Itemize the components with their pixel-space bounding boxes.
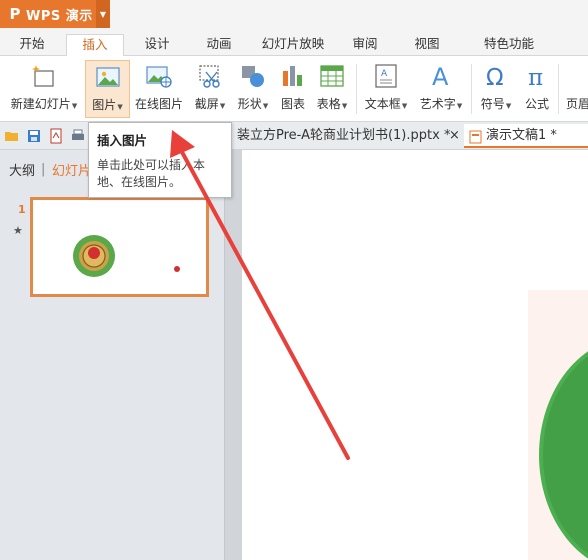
tab-review[interactable]: 审阅 xyxy=(344,34,386,56)
title-bar: P WPS 演示 ▼ xyxy=(0,0,588,30)
new-slide-icon xyxy=(31,63,57,89)
pi-formula-icon: π xyxy=(524,63,550,91)
header-footer-button[interactable]: 页眉 xyxy=(562,60,588,118)
slides-pane: 大纲 | 幻灯片 1 ★ xyxy=(0,150,224,560)
print-icon[interactable] xyxy=(70,128,88,144)
screenshot-label: 截屏 xyxy=(194,97,219,111)
screenshot-icon xyxy=(197,63,223,89)
doc-tab-business-plan[interactable]: 装立方Pre-A轮商业计划书(1).pptx * xyxy=(237,124,450,148)
tab-outline[interactable]: 大纲 xyxy=(9,160,35,179)
tab-special[interactable]: 特色功能 xyxy=(466,34,552,56)
insert-picture-tooltip: 插入图片 单击此处可以插入本地、在线图片。 xyxy=(88,122,232,198)
picture-icon xyxy=(95,64,121,90)
ribbon-divider xyxy=(471,64,472,114)
svg-text:A: A xyxy=(432,63,449,89)
save-icon[interactable] xyxy=(26,128,42,144)
app-menu-button[interactable]: P WPS 演示 ▼ xyxy=(0,0,110,28)
table-icon xyxy=(319,63,345,89)
svg-text:Ω: Ω xyxy=(486,65,504,89)
chevron-down-icon: ▼ xyxy=(401,102,408,110)
open-folder-icon[interactable] xyxy=(4,128,20,144)
doc-tab-label: 演示文稿1 * xyxy=(486,128,557,143)
chart-icon xyxy=(280,63,306,89)
doc-tab-presentation1[interactable]: 演示文稿1 * xyxy=(464,124,588,148)
tab-view[interactable]: 视图 xyxy=(406,34,448,56)
header-icon xyxy=(562,63,588,89)
shapes-icon xyxy=(240,63,266,89)
symbol-button[interactable]: Ω 符号▼ xyxy=(475,60,517,118)
app-menu-dropdown-icon[interactable]: ▼ xyxy=(96,0,110,28)
formula-label: 公式 xyxy=(524,97,549,111)
tooltip-title: 插入图片 xyxy=(97,133,148,148)
svg-text:A: A xyxy=(381,69,388,79)
tab-slides[interactable]: 幻灯片 xyxy=(52,160,90,179)
menu-tabs: 开始 插入 设计 动画 幻灯片放映 审阅 视图 特色功能 xyxy=(0,30,588,56)
ribbon-insert: 新建幻灯片▼ 图片▼ 在线图片 截屏▼ 形状▼ 图表 表格▼ A 文本框▼ A … xyxy=(0,56,588,122)
ribbon-divider xyxy=(356,64,357,114)
tab-slideshow[interactable]: 幻灯片放映 xyxy=(255,34,331,56)
slide-canvas[interactable] xyxy=(242,150,588,560)
slide-shape-edge xyxy=(528,290,588,560)
chevron-down-icon: ▼ xyxy=(262,102,269,110)
wordart-icon: A xyxy=(428,63,454,91)
document-icon xyxy=(469,129,482,144)
tab-start[interactable]: 开始 xyxy=(8,34,56,56)
app-name: WPS 演示 xyxy=(26,8,93,24)
table-label: 表格 xyxy=(316,97,341,111)
online-picture-label: 在线图片 xyxy=(134,97,183,111)
chevron-down-icon: ▼ xyxy=(341,102,348,110)
wps-logo-icon: P xyxy=(9,5,21,23)
slide-number: 1 xyxy=(18,203,26,216)
insert-picture-button[interactable]: 图片▼ xyxy=(85,60,130,118)
slide-thumbnail[interactable] xyxy=(30,197,209,297)
tab-animation[interactable]: 动画 xyxy=(196,34,242,56)
chevron-down-icon: ▼ xyxy=(505,102,512,110)
tab-design[interactable]: 设计 xyxy=(134,34,180,56)
shapes-label: 形状 xyxy=(237,97,262,111)
chart-button[interactable]: 图表 xyxy=(276,60,310,118)
screenshot-button[interactable]: 截屏▼ xyxy=(188,60,232,118)
svg-text:π: π xyxy=(528,65,543,89)
omega-symbol-icon: Ω xyxy=(483,63,509,91)
close-tab-icon[interactable]: × xyxy=(449,128,460,143)
textbox-label: 文本框 xyxy=(364,97,401,111)
chevron-down-icon: ▼ xyxy=(117,103,123,111)
wordart-button[interactable]: A 艺术字▼ xyxy=(414,60,468,118)
header-label: 页眉 xyxy=(566,97,588,111)
formula-button[interactable]: π 公式 xyxy=(519,60,555,118)
shapes-button[interactable]: 形状▼ xyxy=(233,60,273,118)
chevron-down-icon: ▼ xyxy=(71,102,78,110)
export-pdf-icon[interactable] xyxy=(48,128,64,144)
pane-tab-separator: | xyxy=(41,162,46,177)
ribbon-divider xyxy=(558,64,559,114)
wordart-label: 艺术字 xyxy=(419,97,456,111)
new-slide-button[interactable]: 新建幻灯片▼ xyxy=(5,60,83,118)
chart-label: 图表 xyxy=(280,97,305,111)
chevron-down-icon: ▼ xyxy=(219,102,226,110)
star-icon: ★ xyxy=(13,224,23,237)
picture-label: 图片 xyxy=(92,98,117,112)
online-picture-button[interactable]: 在线图片 xyxy=(132,60,186,118)
symbol-label: 符号 xyxy=(480,97,505,111)
chevron-down-icon: ▼ xyxy=(456,102,463,110)
new-slide-label: 新建幻灯片 xyxy=(10,97,71,111)
tab-insert[interactable]: 插入 xyxy=(66,34,124,56)
textbox-icon: A xyxy=(373,63,399,89)
online-picture-icon xyxy=(146,63,172,89)
table-button[interactable]: 表格▼ xyxy=(311,60,353,118)
slide-thumbnail-image xyxy=(73,235,180,277)
tooltip-body: 单击此处可以插入本地、在线图片。 xyxy=(97,158,206,189)
pane-splitter[interactable] xyxy=(224,150,242,560)
textbox-button[interactable]: A 文本框▼ xyxy=(360,60,412,118)
